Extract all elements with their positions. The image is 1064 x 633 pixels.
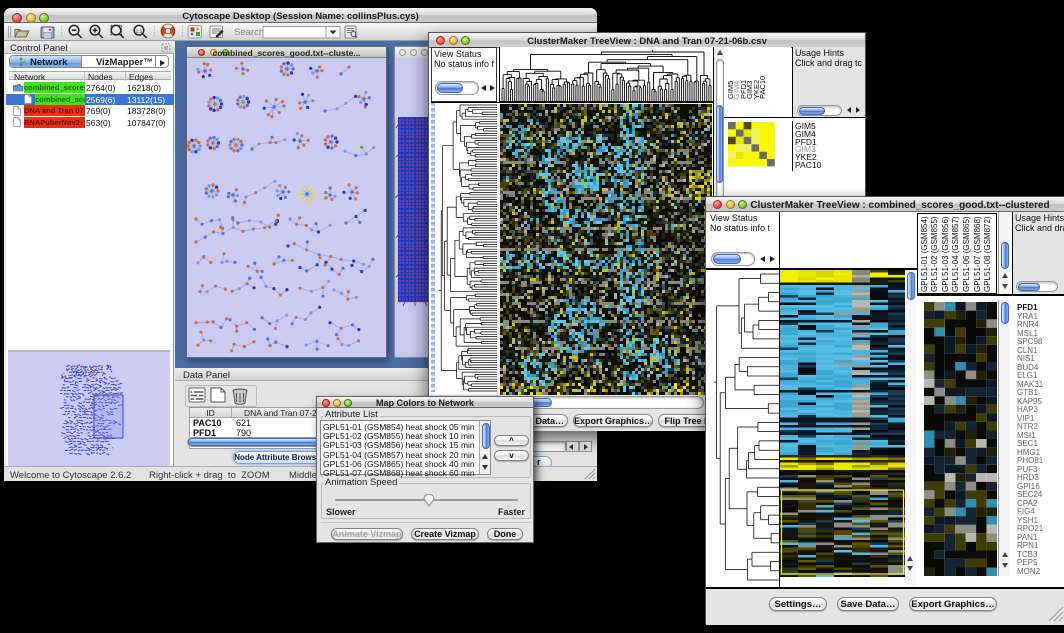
svg-text:1:1: 1:1 bbox=[136, 28, 143, 34]
svg-text:Search:: Search: bbox=[234, 27, 267, 38]
